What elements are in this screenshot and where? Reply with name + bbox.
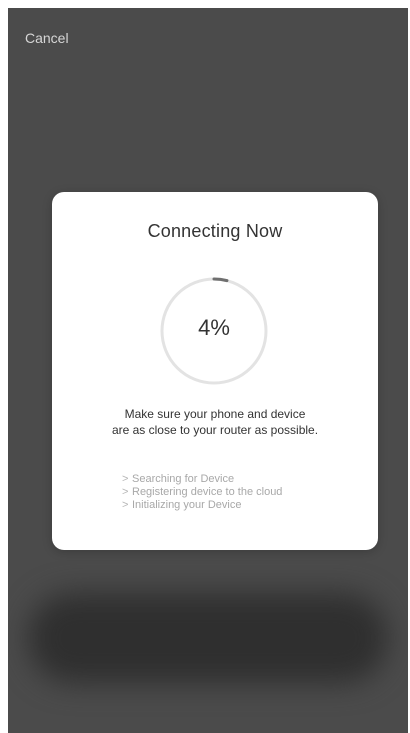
chevron-right-icon: >: [122, 486, 129, 498]
background-blur: [28, 593, 388, 683]
tip-line: Make sure your phone and device: [124, 407, 306, 421]
cancel-button[interactable]: Cancel: [25, 30, 69, 46]
step-item: > Registering device to the cloud: [122, 486, 352, 499]
step-label: Searching for Device: [132, 473, 235, 485]
step-item: > Initializing your Device: [122, 499, 352, 512]
dialog-title: Connecting Now: [147, 221, 283, 241]
chevron-right-icon: >: [122, 473, 129, 485]
tip-line: are as close to your router as possible.: [111, 423, 319, 437]
proximity-tip: Make sure your phone and device are as c…: [72, 406, 358, 438]
progress-ring: 4%: [159, 276, 269, 386]
step-item: > Searching for Device: [122, 473, 352, 486]
connecting-dialog: Connecting Now 4% Make sure your phone a…: [52, 192, 378, 550]
app-screen: Cancel Connecting Now 4% Make sure your …: [8, 8, 408, 733]
step-label: Initializing your Device: [132, 499, 242, 511]
step-label: Registering device to the cloud: [132, 486, 283, 498]
chevron-right-icon: >: [122, 499, 129, 511]
connection-steps: > Searching for Device > Registering devic…: [122, 473, 352, 512]
progress-percent: 4%: [198, 315, 230, 340]
